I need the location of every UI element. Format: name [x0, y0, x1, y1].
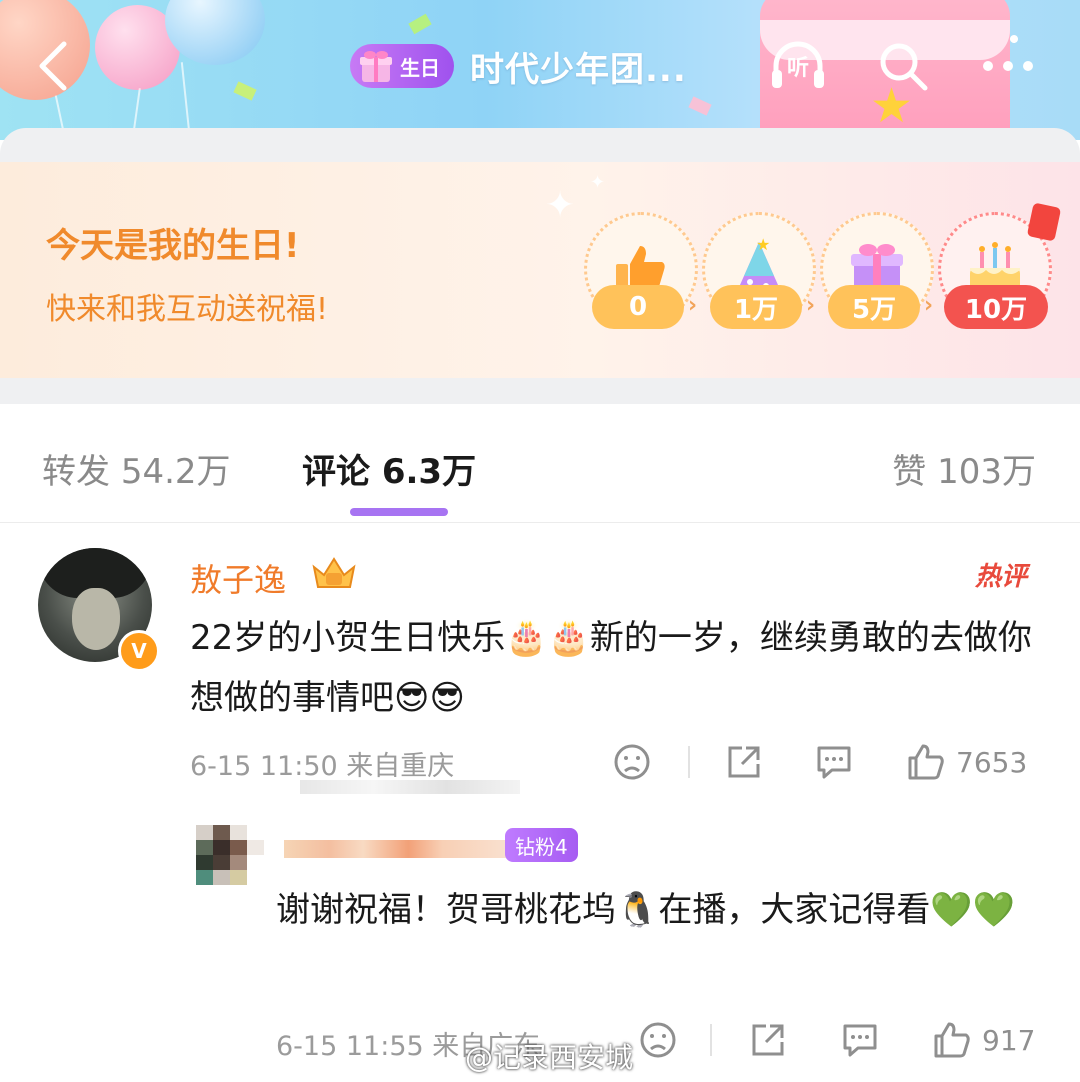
balloon-decoration: [165, 0, 265, 65]
tab-repost[interactable]: 转发 54.2万: [42, 444, 231, 493]
milestone-value: 5万: [828, 285, 920, 329]
reply-share-button[interactable]: [748, 1018, 788, 1062]
active-tab-indicator: [350, 508, 448, 516]
page-title: 时代少年团...: [470, 49, 687, 90]
crown-icon: [312, 557, 356, 588]
blurred-content: [300, 780, 520, 794]
tab-comments[interactable]: 评论 6.3万: [302, 444, 476, 493]
chevron-left-icon: [39, 41, 67, 91]
reply-comment-button[interactable]: [840, 1018, 880, 1062]
watermark: @记录西安城: [465, 1041, 634, 1074]
reply-avatar[interactable]: [196, 825, 264, 887]
tab-likes[interactable]: 赞 103万: [892, 444, 1036, 493]
reply-username-blurred[interactable]: [284, 840, 510, 858]
dislike-button[interactable]: [612, 740, 652, 784]
confetti-decoration: [233, 81, 257, 101]
listen-label: 听: [786, 56, 809, 81]
listen-button[interactable]: 听: [768, 38, 828, 94]
tab-comments-label: 评论: [302, 452, 370, 492]
comment-username[interactable]: 敖子逸: [190, 555, 286, 601]
reply-like-button[interactable]: 917: [932, 1018, 1035, 1062]
sparkle-icon: ✦: [590, 172, 606, 193]
svg-text:★: ★: [756, 236, 770, 254]
birthday-card-subtitle: 快来和我互动送祝福!: [46, 292, 329, 327]
tab-likes-label: 赞: [892, 452, 927, 492]
reply-button[interactable]: [814, 740, 854, 784]
like-button[interactable]: 7653: [906, 740, 1027, 784]
tab-repost-count: 54.2万: [120, 452, 231, 492]
tab-comments-count: 6.3万: [381, 452, 477, 492]
reply-dislike-button[interactable]: [638, 1018, 678, 1062]
thumbs-up-icon: [908, 744, 944, 780]
back-button[interactable]: [30, 38, 76, 94]
tab-repost-label: 转发: [42, 452, 110, 492]
sad-face-icon: [640, 1022, 676, 1058]
comment-icon: [817, 746, 851, 779]
thumbs-up-icon: [934, 1022, 970, 1058]
milestone-value: 1万: [710, 285, 802, 329]
milestone-value: 0: [592, 285, 684, 329]
divider: [688, 746, 690, 778]
reply-text: 谢谢祝福！贺哥桃花坞🐧在播，大家记得看💚💚: [276, 890, 1016, 930]
comment-icon: [843, 1024, 877, 1057]
comment-text: 22岁的小贺生日快乐🎂🎂新的一岁，继续勇敢的去做你想做的事情吧😎😎: [190, 618, 1032, 718]
fan-level-badge: 钻粉4: [505, 828, 578, 862]
more-dots-icon: [983, 61, 1033, 71]
confetti-decoration: [408, 13, 432, 35]
chevron-right-icon: ›: [688, 293, 698, 318]
birthday-badge[interactable]: 生日: [350, 44, 454, 88]
comment-meta: 6-15 11:50 来自重庆: [190, 751, 455, 782]
gift-icon: [360, 51, 392, 82]
sad-face-icon: [614, 744, 650, 780]
interaction-tabs: 转发 54.2万 评论 6.3万 赞 103万: [0, 404, 1080, 523]
hot-comment-tag: 热评: [975, 562, 1028, 592]
more-button[interactable]: [978, 38, 1038, 94]
confetti-decoration: [688, 96, 712, 116]
chevron-right-icon: ›: [806, 293, 816, 318]
search-icon: [880, 43, 928, 91]
share-icon: [728, 746, 760, 778]
milestone-value: 10万: [944, 285, 1048, 329]
verified-badge: V: [118, 630, 160, 672]
reply-like-count: 917: [982, 1023, 1036, 1057]
search-button[interactable]: [873, 38, 933, 94]
like-count: 7653: [956, 745, 1028, 779]
sparkle-icon: ✦: [545, 185, 576, 226]
share-icon: [752, 1024, 784, 1056]
share-button[interactable]: [724, 740, 764, 784]
birthday-badge-label: 生日: [400, 55, 440, 80]
chevron-right-icon: ›: [924, 293, 934, 318]
divider: [710, 1024, 712, 1056]
tab-likes-count: 103万: [937, 452, 1036, 492]
birthday-card-title: 今天是我的生日!: [46, 226, 300, 266]
header-title-group[interactable]: 生日 时代少年团...: [350, 38, 687, 94]
header-bar: ★ 生日 时代少年团... 听: [0, 0, 1080, 140]
